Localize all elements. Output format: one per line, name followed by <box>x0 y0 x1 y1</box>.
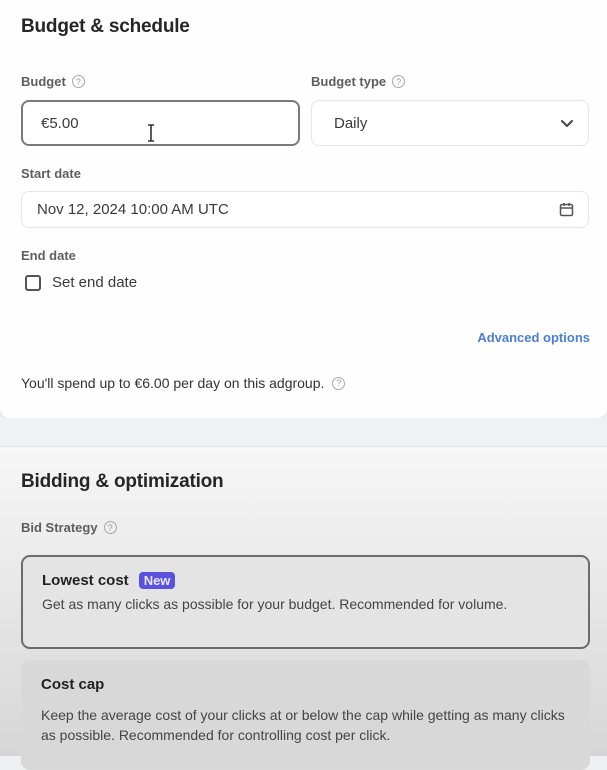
set-end-date-label[interactable]: Set end date <box>52 274 137 291</box>
bid-strategy-label-row: Bid Strategy ? <box>21 520 117 535</box>
budget-label: Budget <box>21 74 66 89</box>
new-badge: New <box>138 572 176 589</box>
budget-value: €5.00 <box>41 114 79 132</box>
option-title: Lowest cost <box>42 572 129 589</box>
chevron-down-icon <box>560 119 574 128</box>
spend-summary: You'll spend up to €6.00 per day on this… <box>21 375 346 391</box>
text-cursor-icon <box>147 124 155 142</box>
help-icon[interactable]: ? <box>392 75 406 88</box>
budget-label-row: Budget ? <box>21 74 85 89</box>
budget-input[interactable]: €5.00 <box>21 100 300 146</box>
help-icon[interactable]: ? <box>332 376 346 390</box>
budget-type-value: Daily <box>334 114 368 132</box>
budget-type-label: Budget type <box>311 74 387 89</box>
start-date-label: Start date <box>21 166 81 181</box>
bid-strategy-label: Bid Strategy <box>21 520 98 535</box>
bidding-title: Bidding & optimization <box>21 471 224 492</box>
advanced-options-link[interactable]: Advanced options <box>477 330 590 345</box>
start-date-input[interactable]: Nov 12, 2024 10:00 AM UTC <box>21 191 589 228</box>
section-separator <box>0 418 607 446</box>
set-end-date-checkbox[interactable] <box>25 274 41 291</box>
help-icon[interactable]: ? <box>71 75 85 88</box>
option-title-row: Lowest cost New <box>42 572 569 589</box>
budget-schedule-title: Budget & schedule <box>21 16 190 37</box>
option-description: Get as many clicks as possible for your … <box>42 596 508 612</box>
start-date-value: Nov 12, 2024 10:00 AM UTC <box>37 201 229 218</box>
bid-option-lowest-cost[interactable]: Lowest cost New Get as many clicks as po… <box>21 555 590 649</box>
help-icon[interactable]: ? <box>103 521 117 534</box>
budget-type-label-row: Budget type ? <box>311 74 406 89</box>
bid-option-cost-cap[interactable]: Cost cap Keep the average cost of your c… <box>21 660 590 770</box>
spend-summary-text: You'll spend up to €6.00 per day on this… <box>21 375 325 391</box>
end-date-label: End date <box>21 248 76 263</box>
budget-type-select[interactable]: Daily <box>311 100 589 146</box>
calendar-icon[interactable] <box>559 202 574 217</box>
option-title: Cost cap <box>41 676 105 693</box>
option-title-row: Cost cap <box>41 676 570 693</box>
option-description: Keep the average cost of your clicks at … <box>41 707 565 743</box>
set-end-date-row[interactable]: Set end date <box>25 274 137 291</box>
